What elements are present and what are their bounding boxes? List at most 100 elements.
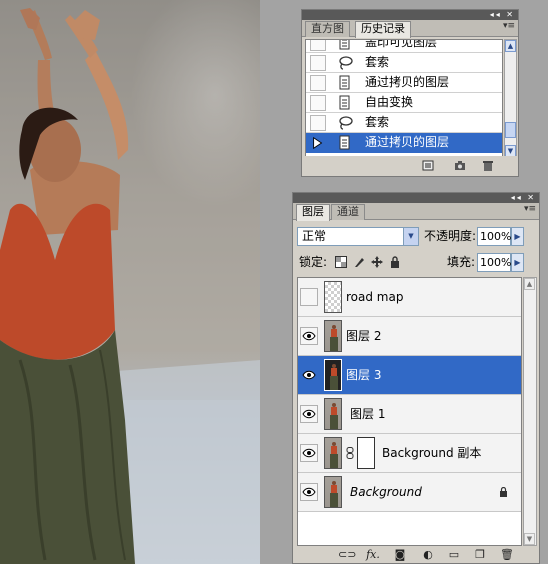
snapshot-source-slot[interactable] <box>310 55 326 71</box>
history-item[interactable]: 盖印可见图层 <box>306 40 502 53</box>
layer-thumbnail <box>324 359 342 391</box>
visibility-toggle[interactable] <box>300 327 318 345</box>
lasso-icon <box>339 116 353 130</box>
snapshot-source-slot[interactable] <box>310 95 326 111</box>
lock-all-icon[interactable] <box>389 256 401 268</box>
new-layer-icon[interactable]: ❐ <box>473 548 487 561</box>
panel-menu-icon[interactable]: ▾≡ <box>524 204 536 214</box>
eye-icon <box>302 487 316 497</box>
layer-thumbnail <box>324 437 342 469</box>
layer-name[interactable]: Background <box>350 473 422 512</box>
fx-icon[interactable]: fx. <box>366 548 380 561</box>
layer-name[interactable]: 图层 3 <box>346 356 381 395</box>
layers-scrollbar[interactable]: ▲ ▼ <box>523 277 537 546</box>
layer-name[interactable]: 图层 1 <box>350 395 385 434</box>
fill-input[interactable]: 100% <box>477 253 511 272</box>
trash-icon[interactable]: 🗑 <box>500 548 514 561</box>
visibility-toggle[interactable] <box>300 366 318 384</box>
layer-name[interactable]: Background 副本 <box>382 434 481 473</box>
snapshot-source-slot[interactable] <box>310 115 326 131</box>
document-canvas[interactable] <box>0 0 260 564</box>
panel-menu-icon[interactable]: ▾≡ <box>503 21 515 31</box>
fill-slider-arrow-icon[interactable]: ▶ <box>511 253 524 272</box>
eye-icon <box>302 331 316 341</box>
layer-mask-thumbnail[interactable] <box>357 437 375 469</box>
history-scrollbar[interactable]: ▲ ▼ <box>504 39 517 158</box>
link-icon[interactable]: ⊂⊃ <box>338 548 356 561</box>
history-item-label: 通过拷贝的图层 <box>365 75 450 89</box>
layer-thumbnail <box>324 281 342 313</box>
history-item[interactable]: 套索 <box>306 53 502 73</box>
history-item[interactable]: 通过拷贝的图层 <box>306 73 502 93</box>
scroll-up-icon[interactable]: ▲ <box>505 40 516 52</box>
chevron-down-icon[interactable]: ▼ <box>403 228 418 245</box>
visibility-toggle[interactable] <box>300 444 318 462</box>
tab-history[interactable]: 历史记录 <box>355 21 411 38</box>
layer-row-road-map[interactable]: road map <box>298 278 521 317</box>
scroll-thumb[interactable] <box>505 122 516 138</box>
person-thumbnail-icon <box>330 481 338 507</box>
blend-opacity-row: 正常 ▼ 不透明度: 100% ▶ <box>297 227 537 247</box>
chain-link-icon[interactable] <box>346 447 354 459</box>
layer-row-layer-3-selected[interactable]: 图层 3 <box>298 356 521 395</box>
history-state-arrow-icon <box>313 136 323 150</box>
document-icon <box>339 95 350 110</box>
history-panel: ◂◂ ✕ 直方图 历史记录 ▾≡ 盖印可见图层 套索 通过拷贝的图层 自由变换 <box>301 9 519 177</box>
history-item-label: 套索 <box>365 55 390 69</box>
snapshot-source-slot[interactable] <box>310 40 326 51</box>
layer-thumbnail <box>324 320 342 352</box>
adjustment-layer-icon[interactable]: ◐ <box>421 548 435 561</box>
opacity-slider-arrow-icon[interactable]: ▶ <box>511 227 524 246</box>
tab-layers[interactable]: 图层 <box>296 204 330 221</box>
tab-channels[interactable]: 通道 <box>331 204 365 220</box>
document-icon <box>339 135 350 150</box>
new-group-icon[interactable]: ▭ <box>447 548 461 561</box>
history-tabbar: 直方图 历史记录 ▾≡ <box>302 20 518 38</box>
layer-name[interactable]: road map <box>346 278 403 317</box>
person-thumbnail-icon <box>330 403 338 429</box>
layer-row-layer-2[interactable]: 图层 2 <box>298 317 521 356</box>
history-item[interactable]: 套索 <box>306 113 502 133</box>
layer-row-background-copy[interactable]: Background 副本 <box>298 434 521 473</box>
visibility-toggle-empty[interactable] <box>300 288 318 306</box>
layer-name[interactable]: 图层 2 <box>346 317 381 356</box>
document-icon <box>339 40 350 50</box>
visibility-toggle[interactable] <box>300 483 318 501</box>
history-item[interactable]: 自由变换 <box>306 93 502 113</box>
blend-mode-value: 正常 <box>302 229 327 243</box>
blend-mode-select[interactable]: 正常 ▼ <box>297 227 419 246</box>
document-icon <box>339 75 350 90</box>
history-panel-titlebar[interactable]: ◂◂ ✕ <box>302 10 518 20</box>
panel-collapse-close-icon[interactable]: ◂◂ ✕ <box>511 193 536 203</box>
add-mask-icon[interactable]: ◙ <box>393 548 407 561</box>
scroll-down-icon[interactable]: ▼ <box>524 533 535 545</box>
tab-histogram[interactable]: 直方图 <box>305 21 350 37</box>
lock-image-pixels-icon[interactable] <box>353 256 365 268</box>
new-document-from-state-icon[interactable] <box>422 160 434 171</box>
snapshot-source-slot[interactable] <box>310 75 326 91</box>
lock-position-icon[interactable] <box>371 256 383 268</box>
scroll-up-icon[interactable]: ▲ <box>524 278 535 290</box>
layer-row-background[interactable]: Background <box>298 473 521 512</box>
camera-icon[interactable] <box>454 160 466 171</box>
history-list: 盖印可见图层 套索 通过拷贝的图层 自由变换 套索 通过拷贝的图层 <box>305 39 503 158</box>
person-thumbnail-icon <box>330 325 338 351</box>
layers-panel: ◂◂ ✕ 图层 通道 ▾≡ 正常 ▼ 不透明度: 100% ▶ 锁定: 填充: … <box>292 192 540 564</box>
canvas-image <box>0 0 260 564</box>
layer-row-layer-1[interactable]: 图层 1 <box>298 395 521 434</box>
visibility-toggle[interactable] <box>300 405 318 423</box>
panel-collapse-close-icon[interactable]: ◂◂ ✕ <box>490 10 515 20</box>
eye-icon <box>302 409 316 419</box>
lock-transparent-pixels-icon[interactable] <box>335 256 347 268</box>
layers-panel-titlebar[interactable]: ◂◂ ✕ <box>293 193 539 203</box>
history-toolbar <box>302 156 518 176</box>
person-thumbnail-icon <box>330 364 338 390</box>
history-item-selected[interactable]: 通过拷贝的图层 <box>306 133 502 153</box>
trash-icon[interactable] <box>482 160 494 171</box>
history-item-label: 套索 <box>365 115 390 129</box>
history-state-marker[interactable] <box>310 135 326 151</box>
layers-tabbar: 图层 通道 ▾≡ <box>293 203 539 221</box>
layer-thumbnail <box>324 398 342 430</box>
person-thumbnail-icon <box>330 442 338 468</box>
opacity-input[interactable]: 100% <box>477 227 511 246</box>
